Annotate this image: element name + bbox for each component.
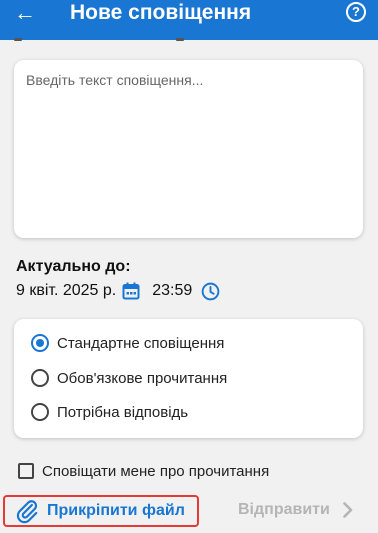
send-button[interactable]: Відправити <box>238 499 355 521</box>
scrolled-content-edge <box>0 38 378 42</box>
message-card <box>14 60 363 238</box>
radio-unselected[interactable] <box>31 369 49 387</box>
clipped-text-fragment <box>176 38 184 41</box>
radio-label: Стандартне сповіщення <box>57 334 225 352</box>
radio-option-standard[interactable]: Стандартне сповіщення <box>31 332 224 354</box>
attach-file-label: Прикріпити файл <box>47 502 185 519</box>
read-receipt-checkbox[interactable] <box>18 463 34 479</box>
attach-file-button[interactable]: Прикріпити файл <box>3 495 199 527</box>
app-bar: ← Нове сповіщення ? <box>0 0 378 40</box>
calendar-icon[interactable] <box>122 282 140 300</box>
help-icon[interactable]: ? <box>346 2 366 22</box>
read-receipt-label: Сповіщати мене про прочитання <box>42 462 270 480</box>
radio-label: Обов'язкове прочитання <box>57 369 228 387</box>
expiry-label: Актуально до: <box>16 258 131 275</box>
paperclip-icon <box>16 500 38 524</box>
radio-unselected[interactable] <box>31 403 49 421</box>
notification-type-card: Стандартне сповіщення Обов'язкове прочит… <box>14 319 363 438</box>
clipped-text-fragment <box>14 38 22 41</box>
radio-label: Потрібна відповідь <box>57 403 189 421</box>
back-arrow-icon[interactable]: ← <box>14 2 36 24</box>
page-title: Нове сповіщення <box>70 1 252 24</box>
chevron-right-icon <box>343 502 353 518</box>
expiry-row: 9 квіт. 2025 р. 23:59 <box>16 281 220 301</box>
radio-selected[interactable] <box>31 334 49 352</box>
radio-option-mandatory-read[interactable]: Обов'язкове прочитання <box>31 367 227 389</box>
read-receipt-option[interactable]: Сповіщати мене про прочитання <box>18 461 269 481</box>
expiry-date-value[interactable]: 9 квіт. 2025 р. <box>16 282 116 300</box>
radio-option-reply-required[interactable]: Потрібна відповідь <box>31 401 188 423</box>
message-input[interactable] <box>14 60 363 238</box>
send-label: Відправити <box>238 501 330 518</box>
clock-icon[interactable] <box>201 282 220 301</box>
expiry-time-value[interactable]: 23:59 <box>152 282 192 300</box>
